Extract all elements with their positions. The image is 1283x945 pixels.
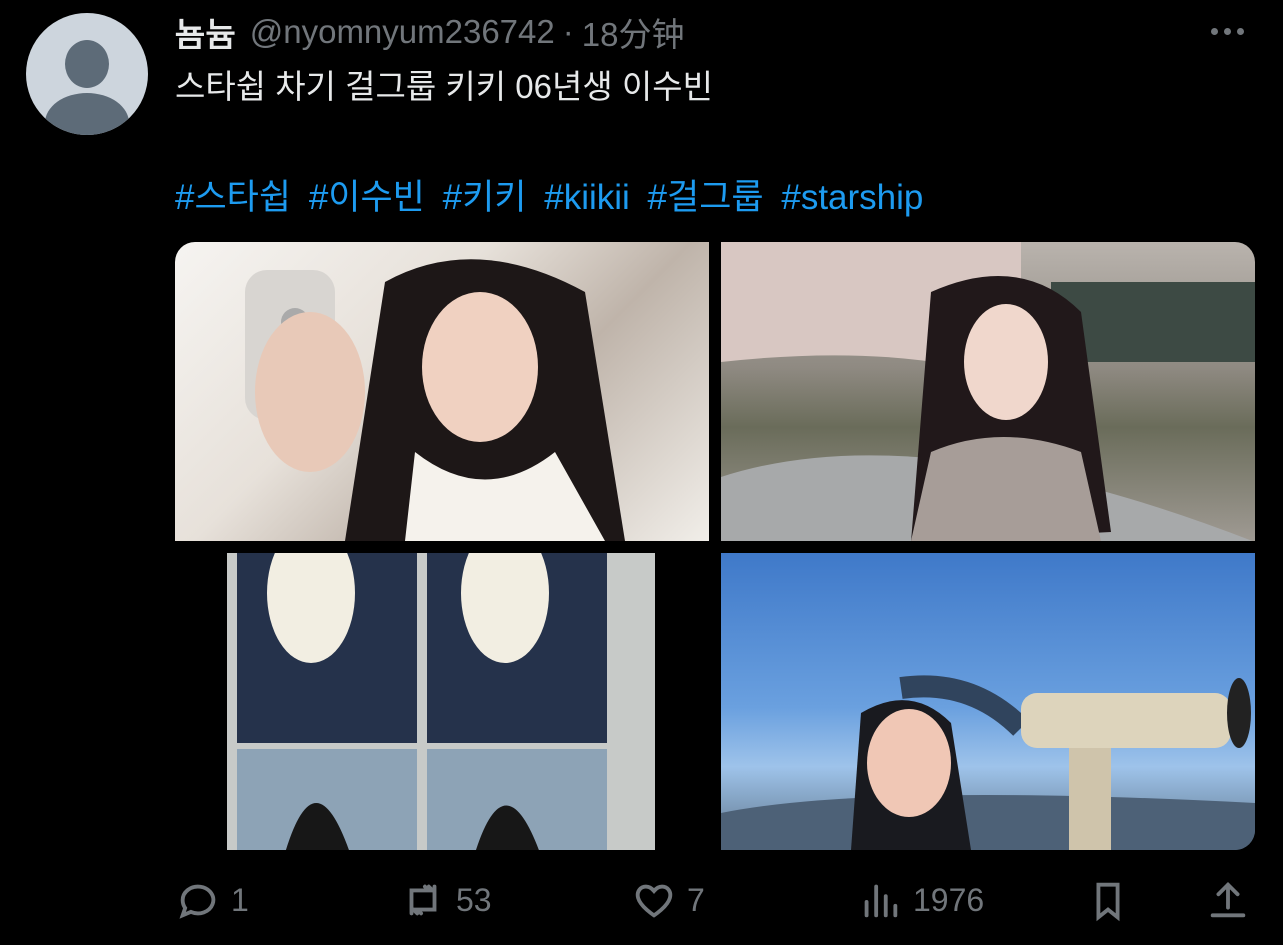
hashtag-link[interactable]: #키키 — [443, 178, 527, 217]
views-button[interactable]: 1976 — [857, 870, 984, 930]
media-grid — [175, 242, 1255, 850]
media-photo-cherry-blossom[interactable] — [721, 242, 1255, 541]
more-dot — [1236, 27, 1244, 35]
like-button[interactable]: 7 — [631, 870, 705, 930]
retweet-button[interactable]: 53 — [400, 870, 492, 930]
media-photo-mirror-selfie[interactable] — [175, 242, 709, 541]
hashtag-link[interactable]: #kiikii — [544, 178, 630, 217]
display-name[interactable]: 뇸늄 — [175, 8, 236, 56]
user-handle[interactable]: @nyomnyum236742 — [250, 13, 555, 51]
share-button[interactable] — [1205, 870, 1251, 930]
more-options-icon[interactable] — [1204, 18, 1250, 44]
hashtag-link[interactable]: #스타쉽 — [175, 178, 291, 217]
media-photo-booth-strip[interactable] — [175, 553, 709, 850]
timestamp[interactable]: 18分钟 — [582, 8, 685, 56]
reply-button[interactable]: 1 — [175, 870, 249, 930]
tweet-header: 뇸늄 @nyomnyum236742 · 18分钟 — [175, 8, 684, 56]
tweet-text: 스타쉽 차기 걸그룹 키키 06년생 이수빈 — [175, 68, 713, 105]
more-dot — [1210, 27, 1218, 35]
avatar-body-shape — [45, 93, 129, 135]
views-bar-icon — [864, 884, 898, 918]
views-count: 1976 — [913, 881, 985, 918]
hashtag-link[interactable]: #걸그룹 — [648, 178, 764, 217]
heart-icon — [635, 884, 673, 918]
hashtag-list: #스타쉽 #이수빈 #키키 #kiikii #걸그룹 #starship — [175, 169, 931, 220]
like-count: 7 — [687, 881, 705, 918]
reply-count: 1 — [231, 881, 249, 918]
reply-icon — [179, 884, 216, 919]
avatar-head-shape — [65, 40, 109, 88]
bookmark-icon — [1096, 882, 1120, 922]
share-icon — [1210, 881, 1246, 918]
separator-dot: · — [562, 13, 574, 50]
media-photo-telescope[interactable] — [721, 553, 1255, 850]
bookmark-button[interactable] — [1085, 870, 1131, 930]
hashtag-link[interactable]: #starship — [781, 178, 923, 217]
retweet-count: 53 — [456, 881, 492, 918]
tweet-actions: 1 53 7 1976 — [175, 870, 1255, 930]
retweet-icon — [409, 884, 437, 916]
more-dot — [1223, 27, 1231, 35]
avatar[interactable] — [26, 13, 148, 135]
hashtag-link[interactable]: #이수빈 — [309, 178, 425, 217]
